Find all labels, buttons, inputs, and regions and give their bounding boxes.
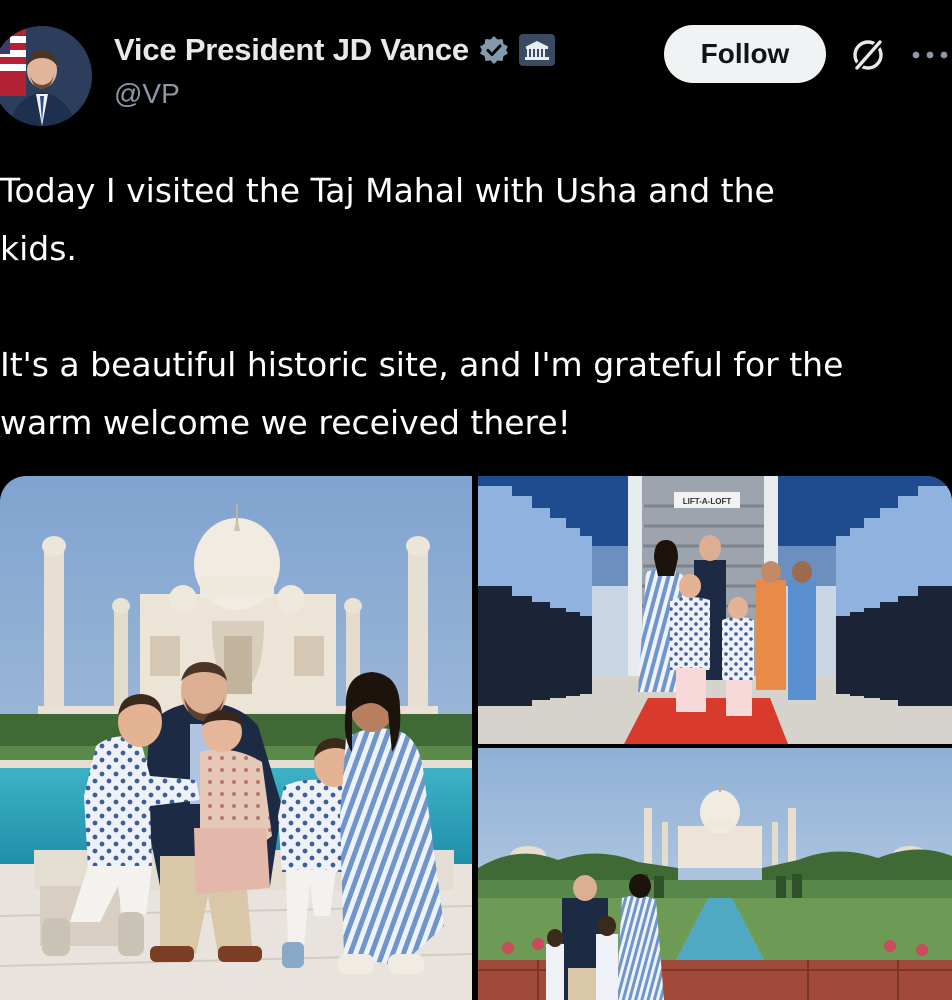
more-options-icon[interactable] — [908, 32, 952, 78]
author-display-name[interactable]: Vice President JD Vance — [114, 32, 469, 68]
media-photo-family-taj-mahal[interactable] — [0, 476, 472, 1000]
verified-badge-icon[interactable] — [479, 35, 509, 65]
post-text-line: It's a beautiful historic site, and I'm … — [0, 345, 844, 384]
author-name-row: Vice President JD Vance — [114, 30, 555, 70]
paragraph-break — [0, 278, 940, 336]
post-header: Vice President JD Vance @VP Follow — [0, 0, 952, 130]
avatar[interactable] — [0, 26, 92, 126]
post-text-line: warm welcome we received there! — [0, 403, 571, 442]
post-text-line: kids. — [0, 229, 77, 268]
stair-sign: LIFT-A-LOFT — [683, 497, 732, 506]
grok-icon[interactable] — [845, 32, 891, 78]
post-text: Today I visited the Taj Mahal with Usha … — [0, 162, 940, 452]
post-text-line: Today I visited the Taj Mahal with Usha … — [0, 171, 775, 210]
author-handle[interactable]: @VP — [114, 78, 180, 110]
white-house-icon[interactable] — [518, 34, 555, 66]
follow-button[interactable]: Follow — [664, 25, 826, 83]
media-grid: LIFT-A-LOFT — [0, 476, 952, 1000]
media-photo-taj-mahal-garden[interactable] — [478, 748, 952, 1000]
media-photo-arrival-honor-guard[interactable]: LIFT-A-LOFT — [478, 476, 952, 744]
